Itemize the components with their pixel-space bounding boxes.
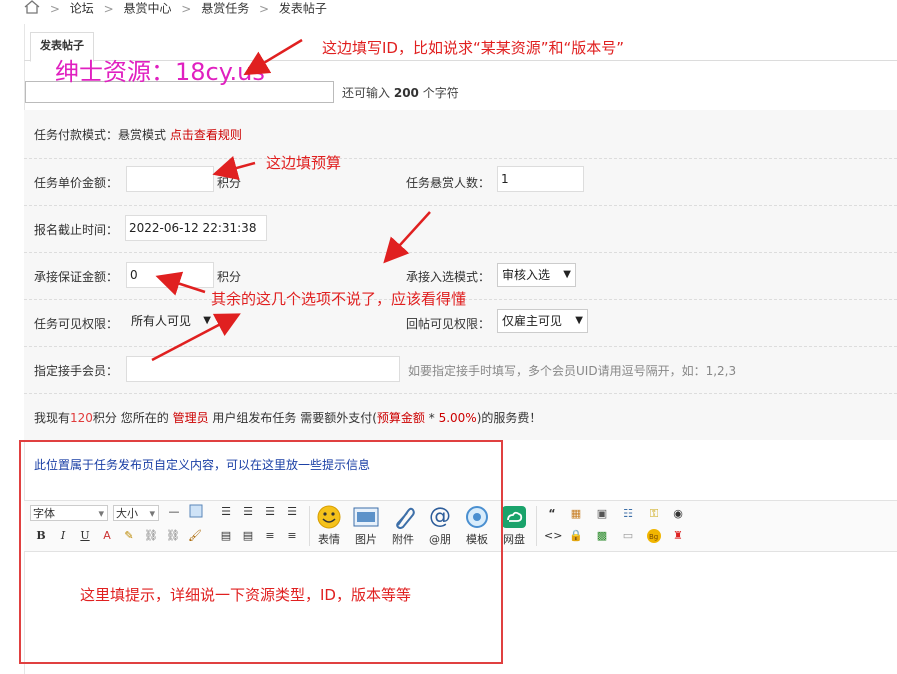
arrow-deposit [155, 271, 206, 296]
arrow-accept [383, 211, 431, 264]
arrow-visible [151, 313, 241, 362]
annotation-arrows [151, 38, 431, 362]
arrow-budget [212, 155, 256, 181]
arrow-subject [243, 38, 303, 76]
